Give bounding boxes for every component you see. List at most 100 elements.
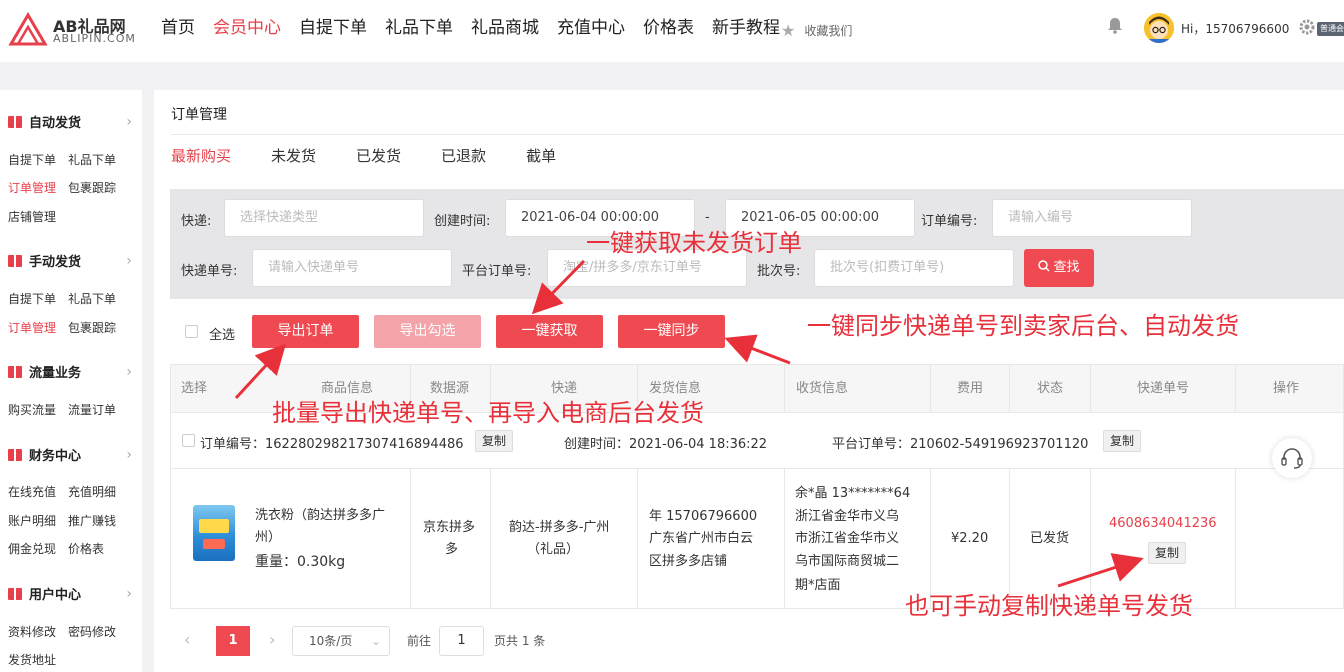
page-size-select[interactable]: 10条/页 ⌄: [292, 626, 390, 656]
next-page-icon[interactable]: ›: [269, 630, 275, 649]
chevron-right-icon: ›: [126, 252, 132, 269]
chevron-right-icon: ›: [126, 363, 132, 380]
tracking-no-input[interactable]: 请输入快递单号: [252, 249, 452, 287]
gift-icon: [8, 115, 22, 128]
sidebar-item-order-manage[interactable]: 订单管理: [8, 319, 56, 336]
favorite-link[interactable]: ★ 收藏我们: [781, 21, 852, 40]
order-no-label: 订单编号:: [921, 214, 978, 229]
search-button[interactable]: 查找: [1024, 249, 1094, 287]
nav-recharge[interactable]: 充值中心: [557, 16, 625, 40]
copy-tracking-button[interactable]: 复制: [1148, 542, 1187, 564]
sidebar-item-commission-cashout[interactable]: 佣金兑现: [8, 540, 56, 557]
copy-order-no-button[interactable]: 复制: [475, 430, 514, 452]
export-orders-button[interactable]: 导出订单: [252, 315, 359, 348]
sidebar-group-user-center[interactable]: 用户中心 ›: [8, 584, 132, 603]
star-icon: ★: [781, 21, 796, 40]
annotation-export: 批量导出快递单号、再导入电商后台发货: [272, 399, 704, 427]
order-no-input[interactable]: 请输入编号: [992, 199, 1192, 237]
page-number-current[interactable]: 1: [216, 626, 250, 656]
sidebar-group-auto-ship[interactable]: 自动发货 ›: [8, 112, 132, 131]
platform-order-number: 平台订单号：210602-549196923701120: [832, 437, 1089, 452]
data-source-line2: 多: [445, 542, 459, 557]
chevron-down-icon: ⌄: [370, 634, 381, 648]
express-type-select[interactable]: 选择快递类型: [224, 199, 424, 237]
annotation-sync: 一键同步快递单号到卖家后台、自动发货: [807, 312, 1239, 340]
nav-tutorial[interactable]: 新手教程: [712, 16, 780, 40]
sidebar-item-change-password[interactable]: 密码修改: [68, 623, 116, 640]
sidebar-group-manual-ship[interactable]: 手动发货 ›: [8, 251, 132, 270]
col-status: 状态: [1037, 381, 1064, 396]
express-label: 快递:: [181, 214, 212, 229]
order-checkbox[interactable]: [182, 434, 195, 447]
customer-service-button[interactable]: [1272, 438, 1312, 478]
nav-member-center[interactable]: 会员中心: [213, 16, 281, 40]
favorite-label: 收藏我们: [804, 24, 853, 38]
col-fee: 费用: [957, 381, 984, 396]
bell-icon[interactable]: [1106, 16, 1124, 34]
prev-page-icon[interactable]: ‹: [184, 630, 190, 649]
search-icon: [1038, 260, 1051, 272]
nav-pickup-order[interactable]: 自提下单: [299, 16, 367, 40]
product-image[interactable]: [193, 505, 235, 561]
search-label: 查找: [1053, 260, 1080, 275]
sidebar-item-gift-order[interactable]: 礼品下单: [68, 290, 116, 307]
col-divider: [784, 469, 785, 609]
sidebar-item-shop-manage[interactable]: 店铺管理: [8, 208, 56, 225]
tracking-number[interactable]: 4608634041236: [1109, 513, 1217, 535]
goto-page-input[interactable]: 1: [439, 626, 484, 656]
sidebar-item-promote-earn[interactable]: 推广赚钱: [68, 512, 116, 529]
chevron-right-icon: ›: [126, 446, 132, 463]
tab-refunded[interactable]: 已退款: [441, 146, 486, 166]
gear-icon[interactable]: [1298, 18, 1316, 36]
col-divider: [930, 469, 931, 609]
sidebar-item-edit-profile[interactable]: 资料修改: [8, 623, 56, 640]
sync-tracking-button[interactable]: 一键同步: [618, 315, 725, 348]
avatar[interactable]: [1144, 13, 1174, 43]
logo-subtitle: ABLIPIN.COM: [53, 32, 136, 45]
pagination: ‹ 1 › 10条/页 ⌄ 前往 1 页共 1 条: [184, 626, 684, 656]
select-all-checkbox[interactable]: [185, 325, 198, 338]
order-tabs: 最新购买 未发货 已发货 已退款 截单: [171, 146, 596, 166]
tab-latest[interactable]: 最新购买: [171, 146, 231, 166]
sidebar-item-recharge-detail[interactable]: 充值明细: [68, 483, 116, 500]
sidebar-group-finance[interactable]: 财务中心 ›: [8, 445, 132, 464]
sidebar-item-account-detail[interactable]: 账户明细: [8, 512, 56, 529]
sidebar-item-traffic-orders[interactable]: 流量订单: [68, 401, 116, 418]
fetch-orders-button[interactable]: 一键获取: [496, 315, 603, 348]
ship-info-line1: 年 15706796600: [649, 509, 758, 524]
select-all-label[interactable]: 全选: [209, 324, 235, 343]
sidebar-item-ship-address[interactable]: 发货地址: [8, 651, 56, 668]
sidebar-item-order-manage[interactable]: 订单管理: [8, 179, 56, 196]
nav-price-list[interactable]: 价格表: [643, 16, 694, 40]
nav-gift-order[interactable]: 礼品下单: [385, 16, 453, 40]
created-time-label: 创建时间:: [434, 214, 491, 229]
gift-icon: [8, 587, 22, 600]
sidebar-item-online-recharge[interactable]: 在线充值: [8, 483, 56, 500]
sidebar-item-pickup-order[interactable]: 自提下单: [8, 151, 56, 168]
copy-platform-no-button[interactable]: 复制: [1103, 430, 1142, 452]
nav-gift-mall[interactable]: 礼品商城: [471, 16, 539, 40]
user-greeting[interactable]: Hi，15706796600: [1181, 20, 1289, 37]
sidebar-group-label: 流量业务: [29, 366, 82, 381]
batch-no-input[interactable]: 批次号(扣费订单号): [814, 249, 1014, 287]
sidebar-item-pickup-order[interactable]: 自提下单: [8, 290, 56, 307]
range-dash: -: [705, 210, 710, 225]
page-total: 页共 1 条: [494, 634, 546, 648]
sidebar-item-package-tracking[interactable]: 包裹跟踪: [68, 179, 116, 196]
export-checked-button[interactable]: 导出勾选: [374, 315, 481, 348]
nav-home[interactable]: 首页: [161, 16, 195, 40]
sidebar-group-traffic[interactable]: 流量业务 ›: [8, 362, 132, 381]
sidebar-item-gift-order[interactable]: 礼品下单: [68, 151, 116, 168]
recv-info-line4: 乌市国际商贸城二: [795, 554, 900, 569]
tab-unshipped[interactable]: 未发货: [271, 146, 316, 166]
site-logo[interactable]: AB礼品网 ABLIPIN.COM: [8, 12, 138, 48]
sidebar-group-label: 自动发货: [29, 116, 82, 131]
sidebar-item-price-list[interactable]: 价格表: [68, 540, 104, 557]
sidebar-item-buy-traffic[interactable]: 购买流量: [8, 401, 56, 418]
tab-shipped[interactable]: 已发货: [356, 146, 401, 166]
sidebar-group-label: 手动发货: [29, 255, 82, 270]
gift-icon: [8, 448, 22, 461]
sidebar-item-package-tracking[interactable]: 包裹跟踪: [68, 319, 116, 336]
platform-no-label: 平台订单号:: [462, 264, 532, 279]
tab-cutoff[interactable]: 截单: [526, 146, 556, 166]
